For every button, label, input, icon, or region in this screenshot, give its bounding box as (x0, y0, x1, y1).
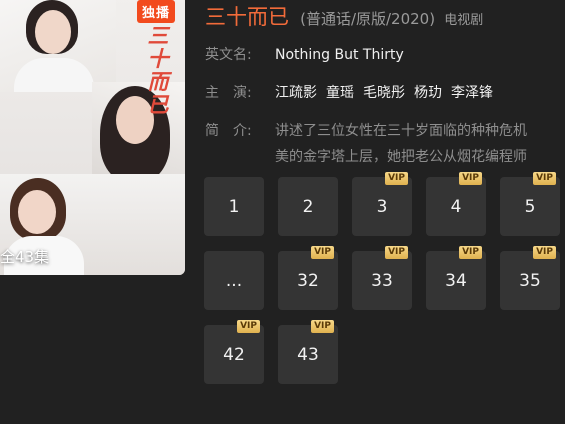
cast-member[interactable]: 李泽锋 (451, 85, 493, 101)
episode-number: 2 (302, 196, 314, 217)
episode-number: 34 (445, 270, 467, 291)
show-header: 三十而已 (普通话/原版/2020) 电视剧 (205, 1, 483, 31)
episode-button[interactable]: ... (204, 251, 264, 310)
episode-button[interactable]: 42 VIP (204, 320, 264, 384)
show-title: 三十而已 (205, 5, 289, 29)
episode-number: 33 (371, 270, 393, 291)
poster-shirt (14, 58, 94, 92)
vip-badge: VIP (311, 246, 334, 259)
cast-member[interactable]: 毛晓彤 (363, 85, 405, 101)
cast-member[interactable]: 杨玏 (414, 85, 442, 101)
episode-button[interactable]: 4 VIP (426, 172, 486, 236)
episode-button[interactable]: 34 VIP (426, 246, 486, 310)
intro-row: 简 介: 讲述了三位女性在三十岁面临的种种危机 (205, 120, 527, 140)
episode-button[interactable]: 5 VIP (500, 172, 560, 236)
episode-button[interactable]: 1 (204, 177, 264, 236)
show-version: (普通话/原版/2020) (300, 10, 436, 28)
cast-member[interactable]: 童瑶 (326, 85, 354, 101)
vip-badge: VIP (311, 320, 334, 333)
cast-label: 主 演: (205, 85, 252, 101)
intro-label: 简 介: (205, 123, 252, 139)
poster-face (18, 190, 56, 234)
english-name-label: 英文名: (205, 47, 252, 63)
episode-number: 3 (376, 196, 388, 217)
episode-number: 42 (223, 344, 245, 365)
english-name-row: 英文名: Nothing But Thirty (205, 44, 404, 64)
english-name-value: Nothing But Thirty (275, 47, 404, 63)
vip-badge: VIP (533, 246, 556, 259)
vip-badge: VIP (459, 246, 482, 259)
episode-number: 4 (450, 196, 462, 217)
poster-calligraphy-title: 三十而已 (147, 23, 169, 117)
show-poster[interactable]: 独播 三十而已 全43集 (0, 0, 185, 275)
show-type: 电视剧 (444, 13, 484, 28)
exclusive-badge: 独播 (137, 0, 176, 23)
vip-badge: VIP (533, 172, 556, 185)
vip-badge: VIP (385, 172, 408, 185)
episode-button[interactable]: 43 VIP (278, 320, 338, 384)
cast-member[interactable]: 江疏影 (275, 85, 317, 101)
episode-number: 43 (297, 344, 319, 365)
poster-panel-actress-1 (0, 0, 116, 92)
cast-row: 主 演: 江疏影 童瑶 毛晓彤 杨玏 李泽锋 (205, 82, 502, 102)
episode-number: 5 (524, 196, 536, 217)
episode-button[interactable]: 32 VIP (278, 246, 338, 310)
episode-number: ... (225, 270, 243, 291)
episode-total-label: 全43集 (0, 248, 50, 266)
vip-badge: VIP (237, 320, 260, 333)
vip-badge: VIP (459, 172, 482, 185)
episode-number: 32 (297, 270, 319, 291)
episode-number: 1 (228, 196, 240, 217)
vip-badge: VIP (385, 246, 408, 259)
poster-face (35, 10, 71, 54)
intro-text-line-1: 讲述了三位女性在三十岁面临的种种危机 (275, 123, 527, 139)
episode-number: 35 (519, 270, 541, 291)
intro-text-line-2: 美的金字塔上层，她把老公从烟花编程师 (275, 149, 527, 165)
episode-button[interactable]: 2 (278, 177, 338, 236)
episode-button[interactable]: 3 VIP (352, 172, 412, 236)
episode-button[interactable]: 35 VIP (500, 246, 560, 310)
episode-button[interactable]: 33 VIP (352, 246, 412, 310)
